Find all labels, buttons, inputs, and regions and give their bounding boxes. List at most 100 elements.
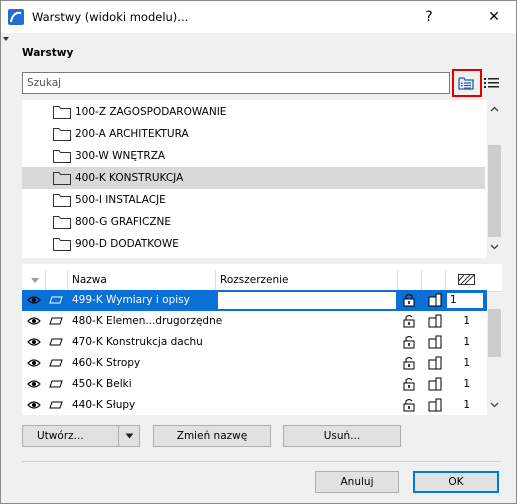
- table-row[interactable]: 440-K Słupy 1: [22, 395, 487, 415]
- intersection-column-header[interactable]: [446, 270, 486, 292]
- folder-scrollbar[interactable]: [487, 100, 502, 258]
- folder-label: 200-A ARCHITEKTURA: [75, 128, 189, 140]
- wireframe-icon[interactable]: [428, 377, 442, 392]
- unlock-icon[interactable]: [402, 398, 416, 413]
- visibility-eye-icon[interactable]: [27, 400, 41, 410]
- folder-icon: [53, 216, 71, 229]
- layer-name: 480-K Elemen...drugorzędne: [72, 315, 223, 327]
- table-row-selected[interactable]: 499-K Wymiary i opisy 1: [22, 290, 487, 311]
- wireframe-icon[interactable]: [428, 293, 442, 308]
- visibility-eye-icon[interactable]: [27, 295, 41, 305]
- layer-type-icon: [49, 359, 63, 367]
- search-input[interactable]: Szukaj: [22, 72, 450, 94]
- rename-button[interactable]: Zmień nazwę: [153, 425, 271, 447]
- layer-type-icon: [49, 317, 63, 325]
- folder-row[interactable]: 200-A ARCHITEKTURA: [22, 123, 485, 145]
- section-heading: Warstwy: [22, 47, 74, 59]
- intersection-group-value[interactable]: 1: [450, 399, 470, 411]
- chevron-up-icon[interactable]: [490, 105, 499, 114]
- folder-icon: [53, 172, 71, 185]
- layer-table: Nazwa Rozszerzenie 499-K Wymiary i opisy…: [22, 264, 502, 415]
- folder-icon: [53, 194, 71, 207]
- sort-column-header[interactable]: [22, 270, 46, 292]
- table-row[interactable]: 480-K Elemen...drugorzędne 1: [22, 311, 487, 332]
- divider: [22, 461, 501, 462]
- cancel-button[interactable]: Anuluj: [315, 471, 399, 493]
- folder-row[interactable]: 300-W WNĘTRZA: [22, 145, 485, 167]
- unlock-icon[interactable]: [402, 356, 416, 371]
- folder-list-icon: [458, 76, 474, 90]
- type-column-header[interactable]: [46, 270, 68, 292]
- layer-type-icon: [49, 338, 63, 346]
- chevron-down-icon[interactable]: [490, 400, 499, 409]
- collapse-triangle-icon[interactable]: [3, 37, 9, 41]
- extension-input[interactable]: [218, 292, 396, 309]
- folder-row[interactable]: 500-I INSTALACJE: [22, 189, 485, 211]
- sort-triangle-icon: [31, 278, 39, 283]
- close-button[interactable]: ✕: [473, 1, 515, 33]
- folder-row[interactable]: 900-D DODATKOWE: [22, 233, 485, 255]
- ok-button[interactable]: OK: [413, 471, 499, 493]
- visibility-eye-icon[interactable]: [27, 358, 41, 368]
- name-column-header[interactable]: Nazwa: [68, 270, 216, 292]
- create-button[interactable]: Utwórz...: [22, 425, 119, 447]
- layer-name: 499-K Wymiary i opisy: [72, 294, 190, 306]
- title-bar: Warstwy (widoki modelu)... ? ✕: [1, 1, 516, 33]
- folder-icon: [53, 128, 71, 141]
- window-title: Warstwy (widoki modelu)...: [32, 10, 189, 24]
- intersection-group-value[interactable]: 1: [450, 315, 470, 327]
- folder-label: 300-W WNĘTRZA: [75, 150, 166, 162]
- visibility-eye-icon[interactable]: [27, 379, 41, 389]
- layer-type-icon: [49, 296, 63, 304]
- intersection-group-value[interactable]: 1: [450, 336, 470, 348]
- archicad-app-icon: [8, 9, 24, 25]
- unlock-icon[interactable]: [402, 335, 416, 350]
- table-row[interactable]: 470-K Konstrukcja dachu 1: [22, 332, 487, 353]
- table-header: Nazwa Rozszerzenie: [22, 270, 502, 292]
- create-dropdown-button[interactable]: [118, 425, 140, 447]
- wireframe-icon[interactable]: [428, 314, 442, 329]
- folder-row-selected[interactable]: 400-K KONSTRUKCJA: [22, 167, 485, 189]
- unlock-icon[interactable]: [402, 314, 416, 329]
- extension-column-header[interactable]: Rozszerzenie: [216, 270, 398, 292]
- lock-icon[interactable]: [402, 293, 416, 308]
- create-button-label: Utwórz...: [37, 430, 84, 442]
- lock-column-header[interactable]: [398, 270, 422, 292]
- scrollbar-thumb[interactable]: [488, 309, 501, 357]
- folder-row[interactable]: 800-G GRAFICZNE: [22, 211, 485, 233]
- chevron-down-icon[interactable]: [490, 242, 499, 251]
- wireframe-icon[interactable]: [428, 335, 442, 350]
- intersection-group-input[interactable]: 1: [446, 292, 484, 309]
- layer-scrollbar[interactable]: [487, 292, 502, 415]
- layer-name: 450-K Belki: [72, 378, 132, 390]
- folder-icon: [53, 238, 71, 251]
- visibility-eye-icon[interactable]: [27, 337, 41, 347]
- layers-dialog: Warstwy (widoki modelu)... ? ✕ Warstwy S…: [0, 0, 517, 504]
- table-row[interactable]: 450-K Belki 1: [22, 374, 487, 395]
- wireframe-column-header[interactable]: [422, 270, 446, 292]
- layer-type-icon: [49, 401, 63, 409]
- intersection-group-value[interactable]: 1: [450, 357, 470, 369]
- intersection-group-value[interactable]: 1: [450, 378, 470, 390]
- wireframe-icon[interactable]: [428, 356, 442, 371]
- layer-name: 440-K Słupy: [72, 399, 136, 411]
- layer-name: 470-K Konstrukcja dachu: [72, 336, 203, 348]
- folder-label: 800-G GRAFICZNE: [75, 216, 172, 228]
- wireframe-icon[interactable]: [428, 398, 442, 413]
- layer-name: 460-K Stropy: [72, 357, 141, 369]
- list-view-icon[interactable]: [484, 75, 499, 91]
- delete-button[interactable]: Usuń...: [283, 425, 401, 447]
- visibility-eye-icon[interactable]: [27, 316, 41, 326]
- folder-label: 400-K KONSTRUKCJA: [75, 172, 184, 184]
- folder-icon: [53, 106, 71, 119]
- scrollbar-thumb[interactable]: [488, 145, 501, 237]
- hatch-icon: [458, 274, 475, 285]
- help-button[interactable]: ?: [408, 1, 450, 33]
- unlock-icon[interactable]: [402, 377, 416, 392]
- folder-view-button[interactable]: [452, 69, 482, 97]
- table-row[interactable]: 460-K Stropy 1: [22, 353, 487, 374]
- folder-icon: [53, 150, 71, 163]
- folder-label: 900-D DODATKOWE: [75, 238, 179, 250]
- folder-label: 100-Z ZAGOSPODAROWANIE: [75, 106, 227, 118]
- folder-row[interactable]: 100-Z ZAGOSPODAROWANIE: [22, 101, 485, 123]
